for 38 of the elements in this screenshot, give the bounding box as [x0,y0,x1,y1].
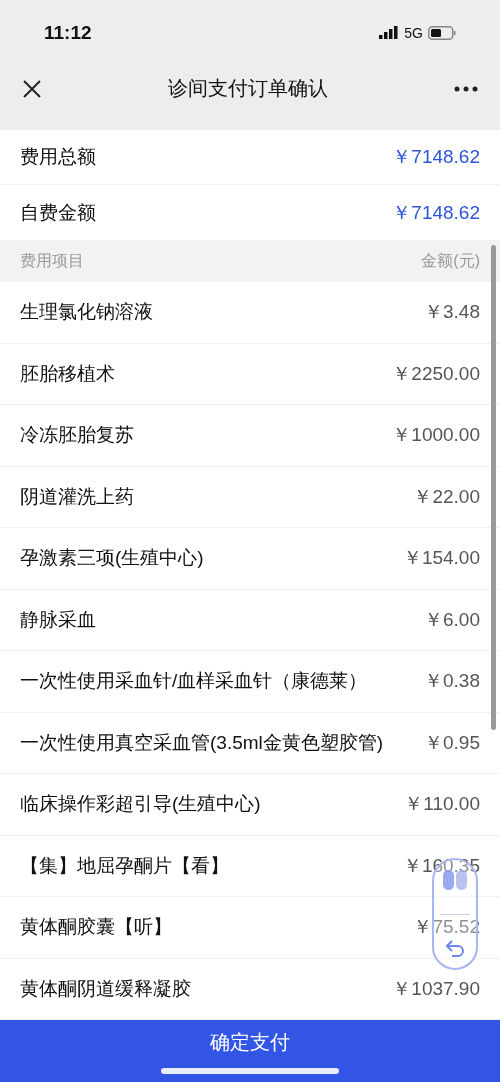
more-icon[interactable] [454,85,478,92]
item-name: 一次性使用真空采血管(3.5ml金黄色塑胶管) [20,730,384,755]
item-name: 静脉采血 [20,607,96,632]
status-time: 11:12 [44,21,92,44]
item-price: ￥22.00 [413,484,480,509]
item-price: ￥3.48 [424,300,480,325]
summary-label: 自费金额 [20,200,96,225]
item-name: 孕激素三项(生殖中心) [20,546,204,571]
signal-icon [379,26,400,39]
column-header: 金额(元) [421,250,480,271]
item-price: ￥1000.00 [392,423,480,448]
summary-label: 费用总额 [20,145,96,170]
item-name: 黄体酮阴道缓释凝胶 [20,976,191,1001]
item-price: ￥1037.90 [392,976,480,1001]
item-name: 临床操作彩超引导(生殖中心) [20,792,261,817]
dots-icon[interactable] [442,870,468,890]
item-name: 阴道灌洗上药 [20,484,134,509]
page-title: 诊间支付订单确认 [168,76,328,101]
column-header: 费用项目 [20,250,84,271]
item-price: ￥0.95 [424,730,480,755]
item-price: ￥2250.00 [392,361,480,386]
item-name: 【集】地屈孕酮片【看】 [20,853,229,878]
item-price: ￥6.00 [424,607,480,632]
item-price: ￥154.00 [402,546,480,571]
item-name: 一次性使用采血针/血样采血针（康德莱） [20,669,368,694]
network-label: 5G [404,24,423,41]
confirm-pay-button[interactable]: 确定支付 [210,1028,290,1056]
item-name: 胚胎移植术 [20,361,115,386]
item-name: 黄体酮胶囊【听】 [20,915,172,940]
item-name: 冷冻胚胎复苏 [20,423,134,448]
summary-amount: ￥7148.62 [392,200,480,225]
back-arrow-icon[interactable] [444,938,466,958]
close-icon[interactable] [22,78,42,99]
summary-amount: ￥7148.62 [392,145,480,170]
item-price: ￥0.38 [424,669,480,694]
battery-icon [428,25,456,40]
item-price: ￥110.00 [404,792,480,817]
item-name: 生理氯化钠溶液 [20,300,153,325]
